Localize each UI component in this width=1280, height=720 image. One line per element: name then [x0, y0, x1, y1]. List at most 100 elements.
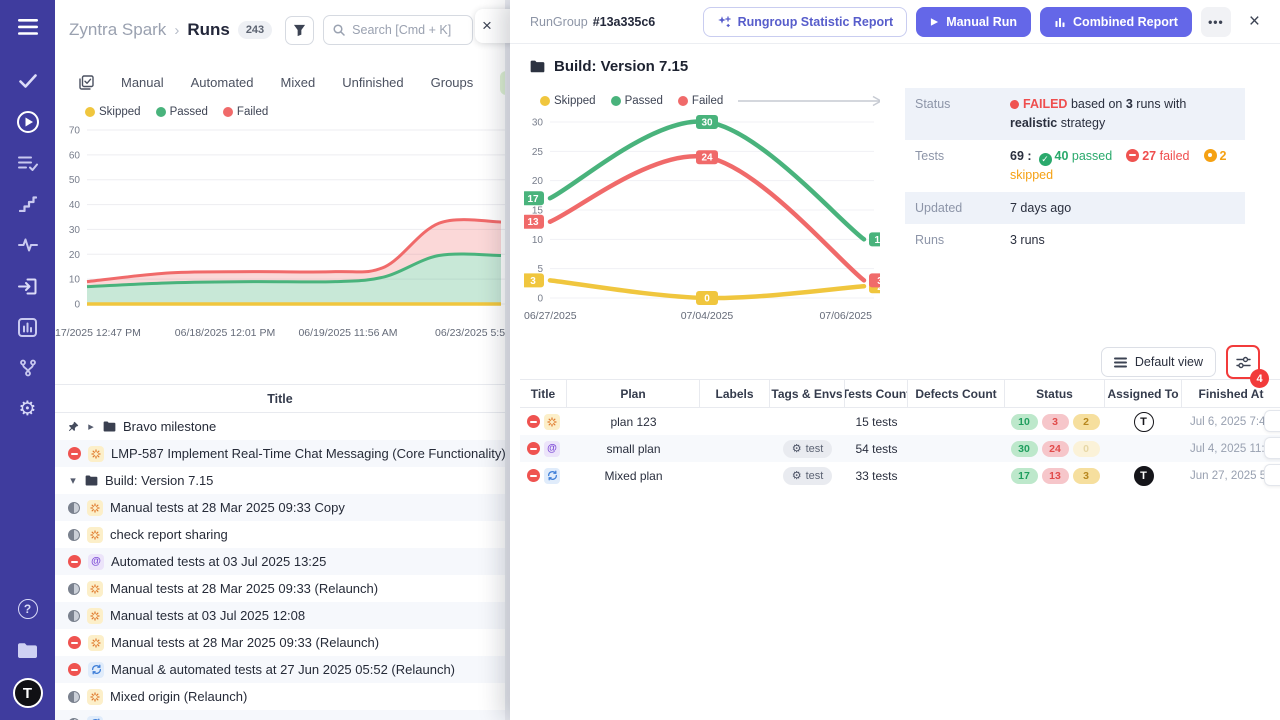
run-row[interactable]: Manual tests at 28 Mar 2025 09:33 (Relau… — [55, 575, 505, 602]
row-actions-button[interactable] — [1264, 464, 1280, 486]
manual-type-icon — [87, 608, 103, 624]
plan-cell[interactable]: Mixed plan — [567, 462, 700, 489]
rungroup-statistic-report-button[interactable]: Rungroup Statistic Report — [703, 7, 908, 37]
steps-icon[interactable] — [15, 191, 41, 217]
svg-text:60: 60 — [69, 150, 81, 161]
more-actions-button[interactable]: ••• — [1201, 7, 1231, 37]
row-actions-button[interactable] — [1264, 410, 1280, 432]
failed-dot-icon — [1010, 100, 1019, 109]
table-row[interactable]: @small plan⚙test54 tests30240Jul 4, 2025… — [520, 435, 1280, 462]
legend-item-skipped[interactable]: Skipped — [540, 95, 596, 107]
tab-automated[interactable]: Automated — [191, 75, 254, 90]
svg-text:25: 25 — [532, 147, 544, 158]
chevron-down-icon[interactable]: ▾ — [68, 474, 78, 487]
run-row[interactable] — [55, 710, 505, 720]
list-check-icon[interactable] — [15, 150, 41, 176]
svg-text:10: 10 — [69, 275, 81, 286]
menu-icon[interactable] — [15, 14, 41, 40]
svg-text:20: 20 — [532, 176, 544, 187]
search-box[interactable] — [323, 15, 473, 45]
default-view-button[interactable]: Default view — [1101, 347, 1216, 377]
table-row[interactable]: plan 12315 tests1032TJul 6, 2025 7:40 — [520, 408, 1280, 435]
tab-unfinished[interactable]: Unfinished — [342, 75, 403, 90]
branch-icon[interactable] — [15, 355, 41, 381]
column-header-labels[interactable]: Labels — [700, 380, 770, 407]
manual-type-icon — [88, 635, 104, 651]
rungroup-chart-block: SkippedPassedFailed 05101520253030217301… — [524, 92, 880, 330]
bar-chart-icon[interactable] — [15, 314, 41, 340]
run-row[interactable]: Manual tests at 03 Jul 2025 12:08 — [55, 602, 505, 629]
svg-text:17/2025 12:47 PM: 17/2025 12:47 PM — [55, 327, 141, 339]
table-row[interactable]: Mixed plan⚙test33 tests17133TJun 27, 202… — [520, 462, 1280, 489]
failed-status-icon — [68, 663, 81, 676]
folder-row[interactable]: ▸Bravo milestone — [55, 413, 505, 440]
assigned-to-cell: T — [1105, 462, 1182, 489]
play-circle-icon[interactable] — [15, 109, 41, 135]
folder-row[interactable]: ▾Build: Version 7.15 — [55, 467, 505, 494]
pin-icon[interactable] — [68, 421, 79, 432]
import-icon[interactable] — [15, 273, 41, 299]
run-title: Manual tests at 28 Mar 2025 09:33 (Relau… — [111, 635, 379, 650]
tag-pill[interactable]: ⚙test — [783, 467, 833, 485]
run-row[interactable]: Manual tests at 28 Mar 2025 09:33 Copy — [55, 494, 505, 521]
assignee-avatar[interactable]: T — [1134, 466, 1154, 486]
tab-manual[interactable]: Manual — [121, 75, 164, 90]
tab-groups[interactable]: Groups — [431, 75, 474, 90]
summary-runs-row: Runs 3 runs — [905, 224, 1245, 257]
column-header-assigned-to[interactable]: Assigned To — [1105, 380, 1182, 407]
combined-report-button[interactable]: Combined Report — [1040, 7, 1192, 37]
tests-count-cell: 15 tests — [845, 408, 908, 435]
run-row[interactable]: Manual & automated tests at 27 Jun 2025 … — [55, 656, 505, 683]
neutral-status-icon — [68, 529, 80, 541]
labels-cell — [700, 462, 770, 489]
svg-text:0: 0 — [704, 294, 710, 305]
legend-item-passed[interactable]: Passed — [611, 95, 663, 107]
summary-status-row: Status FAILED based on 3 runs with reali… — [905, 88, 1245, 140]
tests-count-cell: 33 tests — [845, 462, 908, 489]
run-title: Manual tests at 28 Mar 2025 09:33 (Relau… — [110, 581, 378, 596]
breadcrumb-project[interactable]: Zyntra Spark — [69, 20, 166, 40]
filter-button[interactable] — [285, 16, 314, 45]
svg-text:40: 40 — [69, 200, 81, 211]
tag-pill[interactable]: ⚙test — [783, 440, 833, 458]
row-actions-button[interactable] — [1264, 437, 1280, 459]
table-view-options-button[interactable]: 4 — [1228, 347, 1258, 377]
drawer-close-icon[interactable]: × — [1245, 11, 1264, 33]
tab-test-work-badge[interactable]: test work — [500, 71, 505, 95]
gear-icon[interactable]: ⚙ — [15, 396, 41, 422]
projects-folder-icon[interactable] — [15, 637, 41, 663]
svg-text:06/19/2025 11:56 AM: 06/19/2025 11:56 AM — [298, 327, 397, 339]
plan-cell[interactable]: small plan — [567, 435, 700, 462]
title-cell: @ — [520, 435, 567, 462]
manual-run-button[interactable]: Manual Run — [916, 7, 1031, 37]
workspace-avatar[interactable]: T — [13, 678, 43, 708]
column-header-title[interactable]: Title — [520, 380, 567, 407]
run-title: Mixed origin (Relaunch) — [110, 689, 247, 704]
rungroup-label: RunGroup — [530, 15, 588, 29]
plan-cell[interactable]: plan 123 — [567, 408, 700, 435]
run-row[interactable]: Mixed origin (Relaunch) — [55, 683, 505, 710]
column-header-defects-count[interactable]: Defects Count — [908, 380, 1005, 407]
svg-text:06/18/2025 12:01 PM: 06/18/2025 12:01 PM — [175, 327, 275, 339]
assignee-avatar[interactable]: T — [1134, 412, 1154, 432]
close-icon[interactable]: × — [482, 16, 492, 36]
column-header-plan[interactable]: Plan — [567, 380, 700, 407]
run-row[interactable]: @Automated tests at 03 Jul 2025 13:25 — [55, 548, 505, 575]
copy-check-icon[interactable] — [78, 75, 94, 91]
check-icon[interactable] — [15, 68, 41, 94]
column-header-tests-count[interactable]: Tests Count — [845, 380, 908, 407]
column-header-tags-envs[interactable]: Tags & Envs — [770, 380, 845, 407]
pulse-icon[interactable] — [15, 232, 41, 258]
column-header-status[interactable]: Status — [1005, 380, 1105, 407]
runs-table: TitlePlanLabelsTags & EnvsTests CountDef… — [520, 379, 1280, 489]
run-row[interactable]: Manual tests at 28 Mar 2025 09:33 (Relau… — [55, 629, 505, 656]
run-row[interactable]: LMP-587 Implement Real-Time Chat Messagi… — [55, 440, 505, 467]
chevron-right-icon[interactable]: ▸ — [86, 420, 96, 433]
legend-item-failed[interactable]: Failed — [678, 95, 723, 107]
tab-mixed[interactable]: Mixed — [281, 75, 316, 90]
svg-text:10: 10 — [874, 235, 880, 246]
search-input[interactable] — [352, 23, 462, 37]
manual-type-icon — [544, 414, 560, 430]
run-row[interactable]: check report sharing — [55, 521, 505, 548]
help-icon[interactable]: ? — [15, 596, 41, 622]
